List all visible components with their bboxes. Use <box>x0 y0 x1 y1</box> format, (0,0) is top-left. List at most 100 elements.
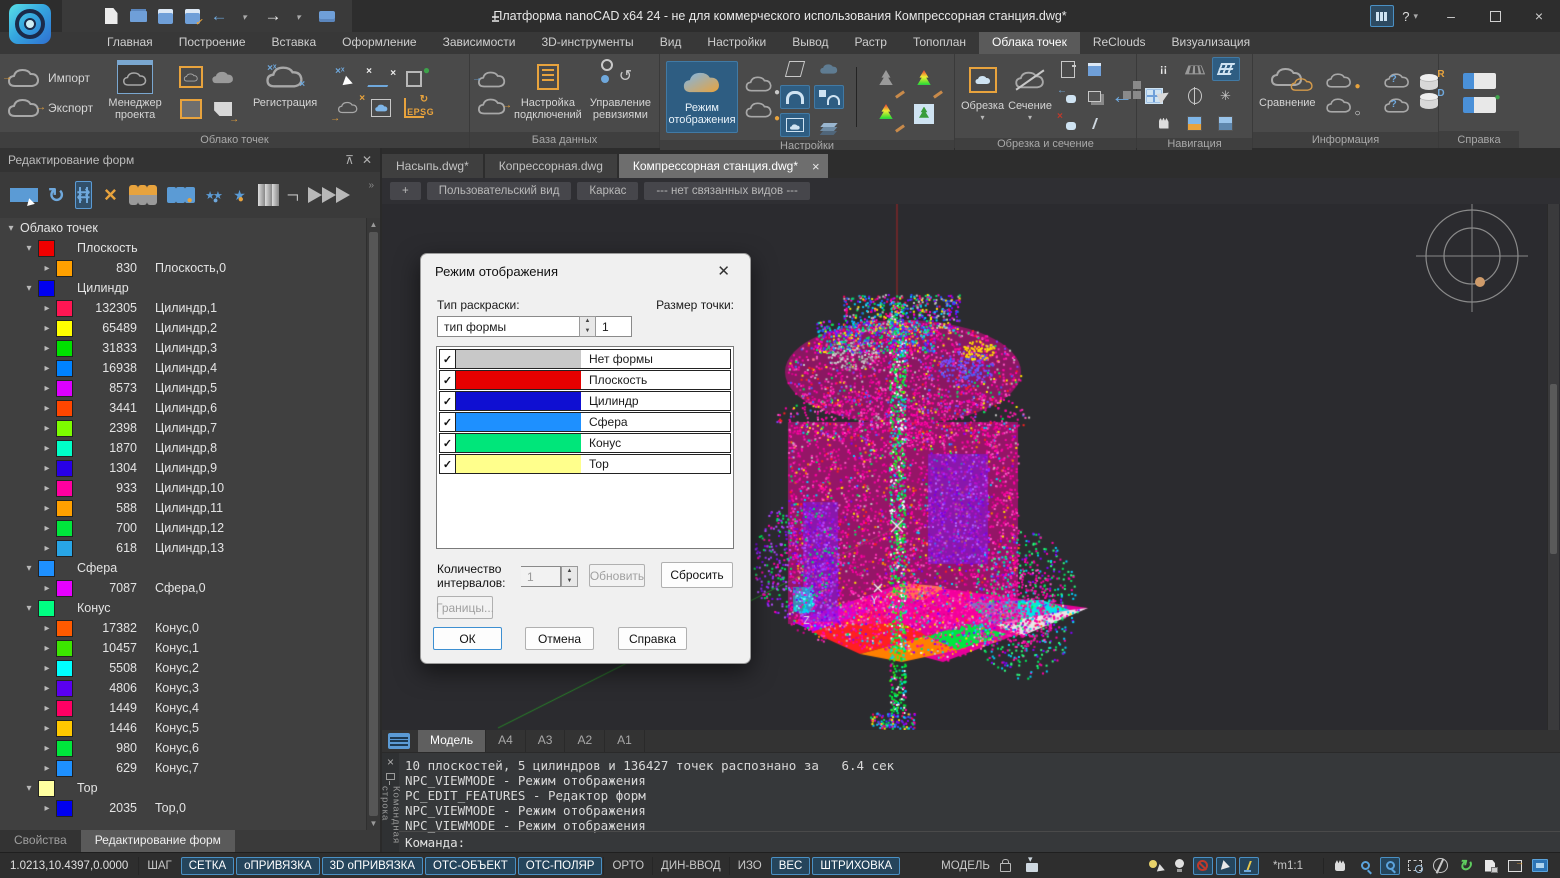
tree-expander-icon[interactable]: ▾ <box>22 783 36 794</box>
print-icon[interactable] <box>318 7 336 25</box>
cloud-solid-icon[interactable] <box>814 57 844 81</box>
tree-item-label[interactable]: Конус,7 <box>155 761 199 775</box>
update-button[interactable]: Обновить <box>589 564 645 587</box>
cylinder-shape-icon[interactable] <box>129 181 157 209</box>
cloud-query-icon[interactable]: ? <box>1382 96 1412 115</box>
tree-row[interactable]: ▾ Облако точек <box>0 218 380 238</box>
menu-tab[interactable]: Вид <box>647 32 695 54</box>
cloud-density-icon[interactable] <box>209 63 237 91</box>
toolbar-overflow-icon[interactable] <box>486 10 504 28</box>
fullscreen-icon[interactable] <box>1530 857 1550 875</box>
layout-tab[interactable]: Модель <box>418 730 486 752</box>
color-swatch[interactable] <box>56 260 73 277</box>
color-swatch[interactable] <box>38 240 55 257</box>
color-swatch[interactable] <box>56 400 73 417</box>
close-command-icon[interactable]: × <box>387 755 394 769</box>
tree-expander-icon[interactable]: ▾ <box>22 603 36 614</box>
status-toggle[interactable]: ОРТО <box>603 857 652 875</box>
view-button[interactable]: Каркас <box>577 182 638 200</box>
tree-item-label[interactable]: Цилиндр,3 <box>155 341 217 355</box>
tree-expander-icon[interactable]: ▸ <box>40 423 54 434</box>
orbit-icon[interactable] <box>1430 857 1450 875</box>
tree-expander-icon[interactable]: ▸ <box>40 803 54 814</box>
highlight-shape-icon[interactable] <box>231 181 248 209</box>
tree-row[interactable]: ▸ 629 Конус,7 <box>0 758 380 778</box>
tree-item-label[interactable]: Плоскость,0 <box>155 261 226 275</box>
status-toggle[interactable]: 3D оПРИВЯЗКА <box>322 857 423 875</box>
color-swatch[interactable] <box>56 580 73 597</box>
restore-clip-icon[interactable]: ← <box>1111 83 1133 109</box>
db-revision-icon[interactable]: R <box>1420 77 1438 90</box>
epsg-axis-icon[interactable]: EPSG↻ <box>399 95 429 121</box>
tree-row[interactable]: ▸ 933 Цилиндр,10 <box>0 478 380 498</box>
tree-expander-icon[interactable]: ▸ <box>40 683 54 694</box>
tray-icon[interactable] <box>1022 857 1042 875</box>
export-region-icon[interactable]: → <box>209 95 237 123</box>
close-tab-icon[interactable]: × <box>812 159 820 174</box>
delete-clip-icon[interactable]: × <box>1056 111 1080 135</box>
tree-row[interactable]: ▸ 132305 Цилиндр,1 <box>0 298 380 318</box>
tree-item-label[interactable]: Тор,0 <box>155 801 186 815</box>
tree-item-label[interactable]: Цилиндр,8 <box>155 441 217 455</box>
layout-tab[interactable]: А1 <box>605 730 645 752</box>
transform-cloud-icon[interactable]: ×→ <box>333 95 363 121</box>
tree-row[interactable]: ▸ 4806 Конус,3 <box>0 678 380 698</box>
tree-item-label[interactable]: Конус,2 <box>155 661 199 675</box>
project-manager-button[interactable]: Менеджер проекта <box>99 57 171 129</box>
tree-expander-icon[interactable]: ▸ <box>40 703 54 714</box>
zoom-object-icon[interactable] <box>1405 857 1425 875</box>
tree-expander-icon[interactable]: ▸ <box>40 483 54 494</box>
tree-expander-icon[interactable]: ▸ <box>40 723 54 734</box>
classify-tree-elevation-icon[interactable] <box>869 99 903 129</box>
new-file-icon[interactable] <box>102 7 120 25</box>
document-tab[interactable]: Насыпь.dwg*× <box>382 154 483 178</box>
tree-item-label[interactable]: Цилиндр,6 <box>155 401 217 415</box>
tree-item-label[interactable]: Тор <box>77 781 98 795</box>
view-mode-button[interactable]: Режим отображения <box>666 61 738 133</box>
recalculate-icon[interactable] <box>48 181 65 209</box>
menu-tab[interactable]: Построение <box>166 32 259 54</box>
tree-item-label[interactable]: Цилиндр,2 <box>155 321 217 335</box>
shape-color-row[interactable]: ✓ Конус <box>439 433 731 453</box>
status-toggle[interactable]: ШТРИХОВКА <box>812 857 900 875</box>
minimize-button[interactable]: – <box>1430 0 1472 32</box>
color-swatch[interactable] <box>56 620 73 637</box>
layout-tab[interactable]: А3 <box>526 730 566 752</box>
registration-button[interactable]: ×ˣ× Регистрация <box>243 57 327 129</box>
tree-item-label[interactable]: Цилиндр,1 <box>155 301 217 315</box>
tree-row[interactable]: ▸ 7087 Сфера,0 <box>0 578 380 598</box>
delete-shape-icon[interactable] <box>102 181 119 209</box>
menu-tab[interactable]: Растр <box>842 32 900 54</box>
export-button[interactable]: → Экспорт <box>6 96 93 120</box>
tree-row[interactable]: ▸ 1446 Конус,5 <box>0 718 380 738</box>
tree-row[interactable]: ▸ 16938 Цилиндр,4 <box>0 358 380 378</box>
compare-button[interactable]: Сравнение <box>1259 57 1316 129</box>
command-history[interactable]: 10 плоскостей, 5 цилиндров и 136427 точе… <box>399 753 1560 853</box>
color-swatch[interactable] <box>38 600 55 617</box>
ok-button[interactable]: ОК <box>433 627 502 650</box>
annotation-scale[interactable]: *m1:1 <box>1273 860 1303 872</box>
layout-list-icon[interactable] <box>388 733 410 749</box>
shape-checkbox[interactable]: ✓ <box>440 350 456 368</box>
tree-item-label[interactable]: Сфера,0 <box>155 581 206 595</box>
menu-tab[interactable]: ReClouds <box>1080 32 1159 54</box>
tree-image-icon[interactable] <box>907 99 941 129</box>
status-toggle[interactable]: ОТС-ПОЛЯР <box>518 857 603 875</box>
scrollbar-thumb[interactable] <box>369 232 378 816</box>
tree-row[interactable]: ▸ 1304 Цилиндр,9 <box>0 458 380 478</box>
crop-cloud-icon[interactable] <box>177 63 205 91</box>
tree-expander-icon[interactable]: ▸ <box>40 323 54 334</box>
scroll-up-icon[interactable]: ▲ <box>367 218 380 231</box>
walk-icon[interactable]: ¡¡ <box>1150 57 1178 81</box>
tree-row[interactable]: ▾ Тор <box>0 778 380 798</box>
shape-checkbox[interactable]: ✓ <box>440 392 456 410</box>
tree-item-label[interactable]: Облако точек <box>20 221 98 235</box>
tree-item-label[interactable]: Цилиндр,13 <box>155 541 224 555</box>
tree-expander-icon[interactable]: ▸ <box>40 743 54 754</box>
classify-tree-rainbow-icon[interactable] <box>907 65 941 95</box>
cloud-point-diff-icon[interactable]: ● <box>1324 71 1354 90</box>
nanocad-logo[interactable] <box>9 4 51 44</box>
cancel-button[interactable]: Отмена <box>525 627 594 650</box>
fly-icon[interactable] <box>1150 84 1178 108</box>
zoom-window-icon[interactable] <box>1380 857 1400 875</box>
